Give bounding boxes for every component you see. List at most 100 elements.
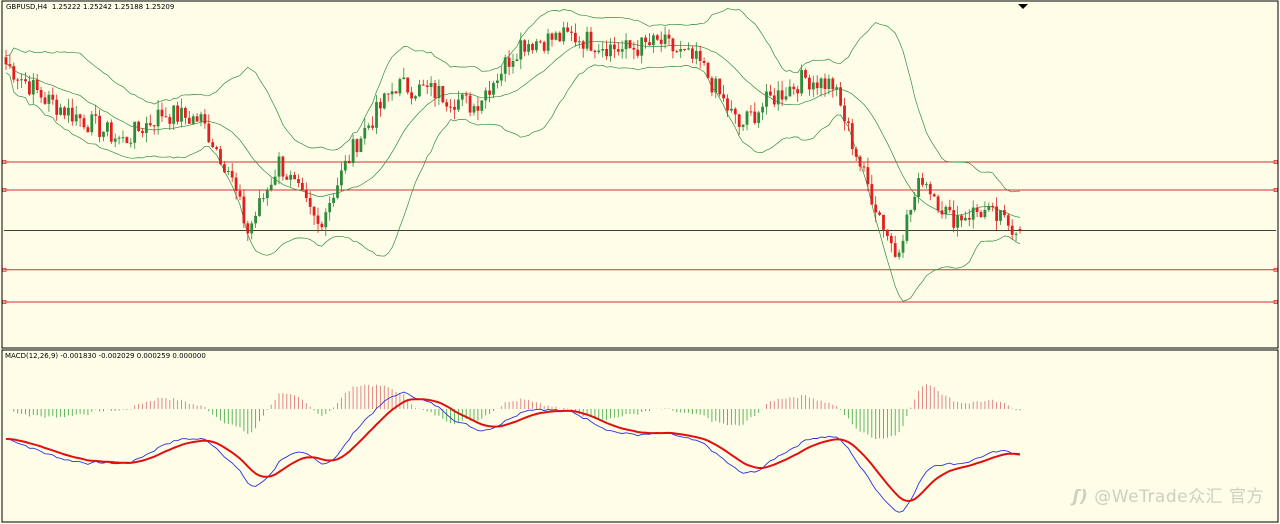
- wechat-logo-icon: ʃ): [1072, 487, 1089, 507]
- candle-body: [741, 124, 745, 127]
- candle-body: [960, 215, 963, 221]
- candle-body: [168, 117, 172, 124]
- candle-body: [207, 123, 211, 143]
- macd-hist-value: 0.000259: [136, 352, 171, 360]
- candle-body: [609, 44, 612, 57]
- candle-body: [39, 89, 43, 98]
- candle-body: [987, 205, 991, 210]
- candle-body: [687, 48, 690, 50]
- candle-body: [874, 204, 878, 213]
- candle-body: [367, 125, 371, 128]
- macd-level-value: 0.000000: [172, 352, 206, 360]
- candle-body: [811, 82, 815, 90]
- candle-body: [745, 111, 749, 125]
- candle-body: [308, 198, 312, 207]
- candle-body: [886, 229, 889, 236]
- candle-body: [675, 51, 679, 53]
- candle-body: [827, 78, 831, 89]
- candle-body: [831, 78, 835, 90]
- candle-body: [757, 112, 761, 124]
- candle-body: [312, 206, 316, 216]
- candle-body: [219, 149, 222, 165]
- candle-body: [964, 217, 967, 221]
- candle-body: [769, 91, 772, 96]
- candle-body: [277, 156, 281, 177]
- candle-body: [148, 123, 152, 126]
- candle-body: [839, 87, 842, 106]
- candle-body: [199, 114, 203, 122]
- candle-body: [242, 196, 246, 224]
- candle-body: [106, 122, 109, 132]
- candle-body: [694, 50, 698, 59]
- macd-signal-value: -0.002029: [98, 352, 135, 360]
- candle-body: [679, 48, 683, 52]
- candle-body: [847, 121, 850, 124]
- candle-body: [4, 57, 8, 65]
- candle-body: [137, 121, 140, 132]
- candle-body: [800, 70, 803, 94]
- candle-body: [722, 94, 725, 99]
- candle-body: [226, 170, 230, 173]
- candle-body: [414, 96, 417, 99]
- candle-body: [133, 121, 137, 143]
- candle-body: [67, 107, 70, 116]
- candle-body: [47, 94, 51, 104]
- candle-body: [983, 209, 987, 218]
- candle-body: [597, 50, 601, 53]
- candle-body: [527, 44, 530, 52]
- candle-body: [499, 73, 503, 81]
- low-value: 1.25188: [114, 3, 144, 11]
- candle-body: [749, 111, 753, 113]
- candle-body: [1010, 225, 1014, 235]
- candle-body: [507, 57, 511, 67]
- open-value: 1.25222: [51, 3, 81, 11]
- candle-body: [714, 78, 718, 93]
- candle-body: [503, 57, 507, 74]
- candle-body: [265, 189, 269, 199]
- candle-body: [683, 48, 686, 50]
- candle-body: [776, 90, 780, 105]
- candle-body: [936, 196, 940, 211]
- candle-body: [858, 156, 862, 167]
- candle-body: [375, 102, 378, 128]
- candle-body: [16, 79, 20, 81]
- candle-body: [449, 106, 452, 108]
- candle-body: [86, 127, 90, 133]
- candle-body: [347, 160, 351, 164]
- candle-body: [593, 50, 597, 53]
- candle-body: [640, 37, 644, 56]
- candle-body: [180, 107, 183, 122]
- candle-body: [897, 252, 901, 257]
- candle-body: [437, 85, 441, 99]
- candle-body: [733, 108, 737, 115]
- candle-body: [967, 217, 971, 220]
- candle-body: [995, 206, 998, 221]
- candle-body: [921, 178, 924, 185]
- candle-body: [184, 107, 187, 118]
- candle-body: [8, 64, 12, 67]
- candle-body: [211, 142, 215, 148]
- candle-body: [948, 206, 952, 211]
- candle-body: [121, 137, 125, 139]
- candle-body: [496, 80, 499, 83]
- candle-body: [363, 127, 367, 139]
- candle-body: [979, 212, 983, 218]
- candle-body: [421, 84, 425, 86]
- candle-body: [340, 170, 343, 186]
- candle-body: [726, 98, 729, 111]
- candle-body: [246, 223, 250, 234]
- candle-body: [808, 77, 811, 90]
- candle-body: [737, 114, 741, 127]
- candle-body: [460, 94, 464, 100]
- candle-body: [281, 156, 285, 177]
- candle-body: [164, 116, 168, 118]
- candle-body: [59, 107, 62, 115]
- candle-body: [772, 95, 776, 105]
- candle-body: [90, 114, 94, 133]
- candle-body: [78, 114, 82, 119]
- candle-body: [554, 32, 558, 40]
- candle-body: [441, 85, 445, 103]
- candle-body: [636, 49, 640, 56]
- price-pane[interactable]: [1, 0, 1279, 349]
- close-value: 1.25209: [145, 3, 175, 11]
